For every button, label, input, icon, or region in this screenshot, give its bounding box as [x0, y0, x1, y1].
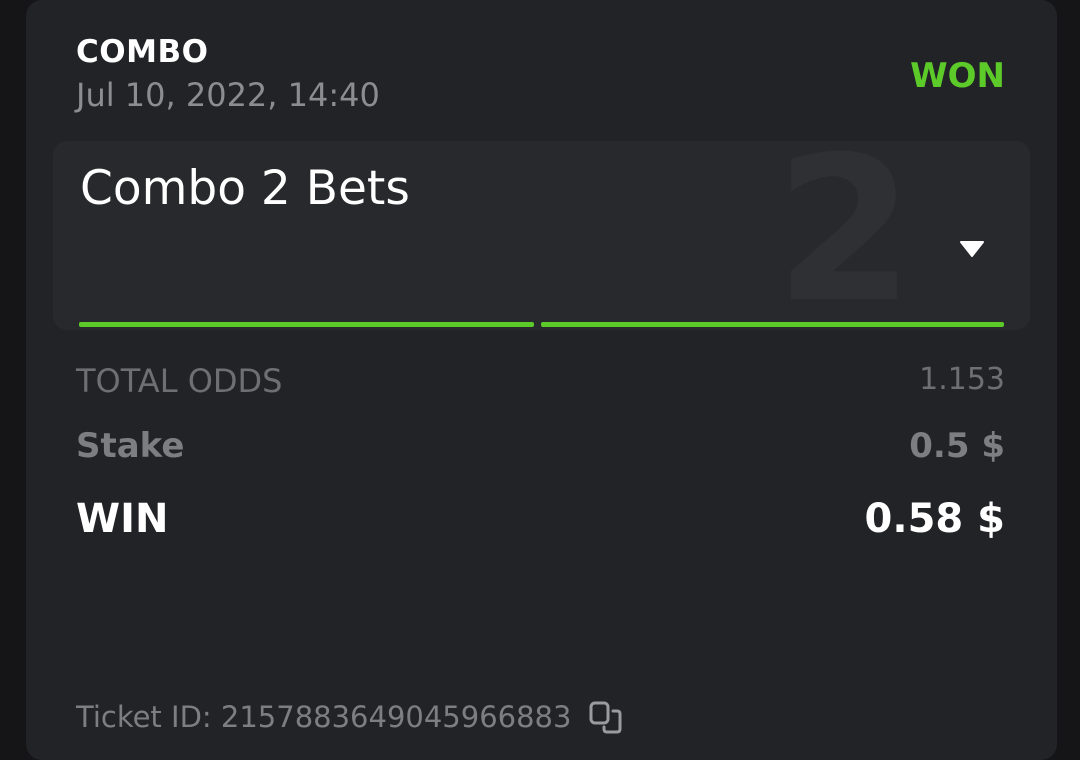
combo-title: Combo 2 Bets [80, 161, 410, 216]
stake-label: Stake [76, 426, 185, 466]
stake-value: 0.5 $ [909, 426, 1005, 466]
combo-dropdown[interactable]: 2 Combo 2 Bets [53, 141, 1030, 330]
total-odds-label: TOTAL ODDS [76, 362, 283, 400]
ticket-id: Ticket ID: 2157883649045966883 [76, 700, 572, 734]
status-badge: WON [910, 56, 1005, 96]
total-odds-value: 1.153 [919, 362, 1005, 397]
bet-card: COMBO Jul 10, 2022, 14:40 WON 2 Combo 2 … [26, 0, 1057, 760]
win-label: WIN [76, 496, 169, 542]
leg-progress-1 [79, 322, 534, 327]
win-value: 0.58 $ [864, 496, 1005, 542]
leg-progress-2 [541, 322, 1004, 327]
copy-icon[interactable] [588, 700, 624, 736]
bet-date: Jul 10, 2022, 14:40 [76, 76, 380, 114]
chevron-down-icon[interactable] [959, 239, 985, 259]
combo-count-watermark: 2 [775, 141, 915, 330]
bet-type-label: COMBO [76, 34, 209, 70]
